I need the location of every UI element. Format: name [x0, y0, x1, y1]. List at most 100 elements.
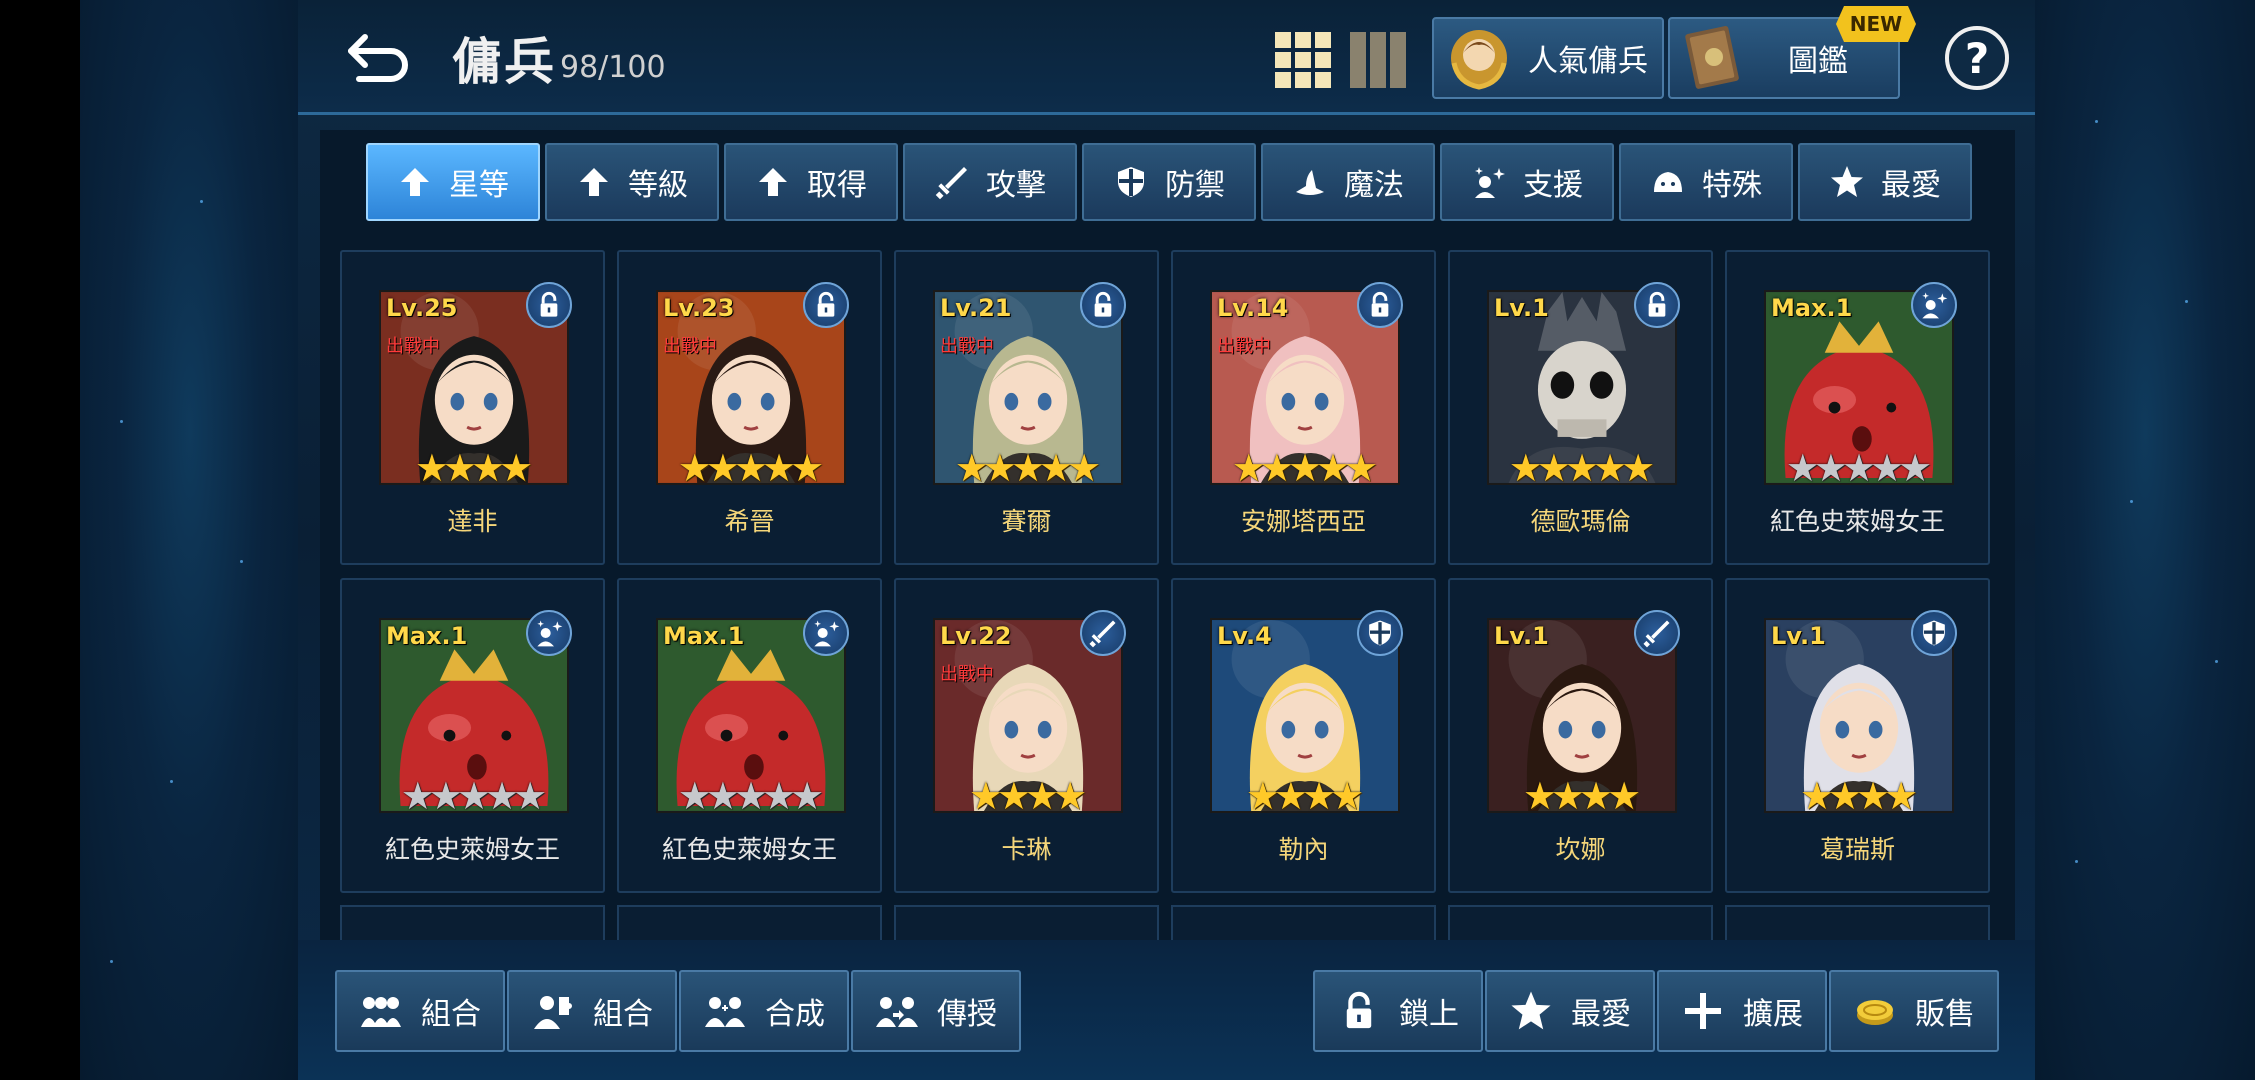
laurel-portrait-icon	[1451, 30, 1507, 90]
mercenary-card[interactable]: Lv.4 ★ ★ ★ ★ 勒內	[1171, 578, 1436, 893]
bottom-button[interactable]: 販售	[1829, 970, 1999, 1052]
star-rating: ★ ★ ★ ★	[1487, 776, 1677, 816]
bottom-button[interactable]: 傳授	[851, 970, 1021, 1052]
bottom-button-label: 合成	[765, 997, 825, 1032]
star-rating: ★ ★ ★ ★ ★	[656, 448, 846, 488]
star-rating: ★ ★ ★ ★ ★	[656, 776, 846, 816]
bottom-button-label: 組合	[421, 997, 481, 1032]
mercenary-name: 德歐瑪倫	[1530, 507, 1631, 536]
sort-tab[interactable]: 最愛	[1798, 143, 1972, 221]
witch-hat-icon	[1292, 164, 1328, 200]
mercenary-name: 坎娜	[1555, 835, 1606, 864]
partial-card	[1725, 905, 1990, 940]
bottom-button[interactable]: 鎖上	[1313, 970, 1483, 1052]
mercenary-card[interactable]: Lv.23 出戰中 ★ ★ ★ ★ ★ 希晉	[617, 250, 882, 565]
mercenary-name: 勒內	[1278, 835, 1329, 864]
mercenary-name: 紅色史萊姆女王	[384, 835, 560, 864]
sort-tab-label: 支援	[1523, 168, 1583, 203]
coin-icon	[1853, 989, 1897, 1033]
bottom-button-label: 傳授	[937, 997, 997, 1032]
star-icon: ★	[790, 446, 825, 490]
star-icon: ★	[1067, 446, 1102, 490]
popular-mercenary-button[interactable]: 人氣傭兵	[1432, 17, 1664, 99]
sword-icon	[1634, 610, 1680, 656]
bottom-button-label: 擴展	[1743, 997, 1803, 1032]
arrow-up-icon	[755, 164, 791, 200]
codex-label: 圖鑑	[1788, 44, 1848, 79]
sort-tab[interactable]: 等級	[545, 143, 719, 221]
mercenary-card[interactable]: Lv.21 出戰中 ★ ★ ★ ★ ★ 賽爾	[894, 250, 1159, 565]
lock-icon[interactable]	[526, 282, 572, 328]
star-rating: ★ ★ ★ ★ ★	[1487, 448, 1677, 488]
bottom-button[interactable]: 合成	[679, 970, 849, 1052]
level-label: Lv.14	[1217, 294, 1289, 322]
new-badge: NEW	[1836, 6, 1916, 42]
sort-tab-label: 等級	[628, 168, 688, 203]
sort-tab[interactable]: 支援	[1440, 143, 1614, 221]
mercenary-name: 紅色史萊姆女王	[661, 835, 837, 864]
star-rating: ★ ★ ★ ★	[1764, 776, 1954, 816]
level-label: Lv.21	[940, 294, 1012, 322]
lock-icon[interactable]	[1357, 282, 1403, 328]
plus-icon	[1681, 989, 1725, 1033]
arrow-up-icon	[576, 164, 612, 200]
sort-tab-label: 最愛	[1881, 168, 1941, 203]
lock-icon[interactable]	[1634, 282, 1680, 328]
sort-tab-label: 魔法	[1344, 168, 1404, 203]
mercenary-card[interactable]: Lv.25 出戰中 ★ ★ ★ ★ 達非	[340, 250, 605, 565]
page-title: 傭兵	[452, 33, 556, 91]
mercenary-name: 達非	[447, 507, 498, 536]
level-label: Max.1	[386, 622, 468, 650]
sort-tab[interactable]: 取得	[724, 143, 898, 221]
sort-tab-label: 特殊	[1702, 168, 1762, 203]
partial-card	[340, 905, 605, 940]
partial-card	[894, 905, 1159, 940]
mercenary-name: 卡琳	[1001, 835, 1052, 864]
star-icon: ★	[1898, 446, 1933, 490]
sort-tab-label: 星等	[449, 168, 509, 203]
in-battle-label: 出戰中	[940, 336, 994, 357]
book-icon	[1685, 26, 1739, 89]
support-icon	[526, 610, 572, 656]
column-view-icon[interactable]	[1350, 32, 1406, 88]
mercenary-count: 98/100	[560, 50, 666, 85]
mercenary-card[interactable]: Max.1 ★ ★ ★ ★ ★ 紅色史萊姆女王	[1725, 250, 1990, 565]
popular-mercenary-label: 人氣傭兵	[1528, 44, 1648, 79]
mercenary-card[interactable]: Lv.1 ★ ★ ★ ★ ★ 德歐瑪倫	[1448, 250, 1713, 565]
star-rating: ★ ★ ★ ★ ★	[379, 776, 569, 816]
in-battle-label: 出戰中	[663, 336, 717, 357]
bottom-button[interactable]: 擴展	[1657, 970, 1827, 1052]
slime-icon	[1650, 164, 1686, 200]
back-arrow-icon	[348, 34, 408, 82]
star-icon	[1829, 164, 1865, 200]
mercenary-card[interactable]: Max.1 ★ ★ ★ ★ ★ 紅色史萊姆女王	[340, 578, 605, 893]
bottom-button[interactable]: 組合	[335, 970, 505, 1052]
partial-card	[617, 905, 882, 940]
bottom-button[interactable]: 組合	[507, 970, 677, 1052]
sort-tab[interactable]: 防禦	[1082, 143, 1256, 221]
mercenary-card[interactable]: Lv.22 出戰中 ★ ★ ★ ★ 卡琳	[894, 578, 1159, 893]
bottom-button-label: 最愛	[1571, 997, 1631, 1032]
sort-tab[interactable]: 攻擊	[903, 143, 1077, 221]
star-rating: ★ ★ ★ ★	[1210, 776, 1400, 816]
mercenary-name: 希晉	[724, 507, 775, 536]
mercenary-card[interactable]: Lv.1 ★ ★ ★ ★ 葛瑞斯	[1725, 578, 1990, 893]
in-battle-label: 出戰中	[1217, 336, 1271, 357]
mercenary-card[interactable]: Max.1 ★ ★ ★ ★ ★ 紅色史萊姆女王	[617, 578, 882, 893]
bottom-button[interactable]: 最愛	[1485, 970, 1655, 1052]
back-button[interactable]	[340, 22, 420, 92]
star-rating: ★ ★ ★ ★	[933, 776, 1123, 816]
sort-tab[interactable]: 魔法	[1261, 143, 1435, 221]
star-icon: ★	[1053, 774, 1088, 818]
grid-view-icon[interactable]	[1275, 32, 1331, 88]
mercenary-card[interactable]: Lv.14 出戰中 ★ ★ ★ ★ ★ 安娜塔西亞	[1171, 250, 1436, 565]
mercenary-card[interactable]: Lv.1 ★ ★ ★ ★ 坎娜	[1448, 578, 1713, 893]
level-label: Lv.1	[1494, 294, 1549, 322]
star-icon: ★	[1330, 774, 1365, 818]
sort-tab[interactable]: 特殊	[1619, 143, 1793, 221]
lock-icon[interactable]	[1080, 282, 1126, 328]
sort-tab[interactable]: 星等	[366, 143, 540, 221]
help-button[interactable]: ?	[1945, 26, 2009, 90]
lock-icon[interactable]	[803, 282, 849, 328]
sort-tab-label: 取得	[807, 168, 867, 203]
